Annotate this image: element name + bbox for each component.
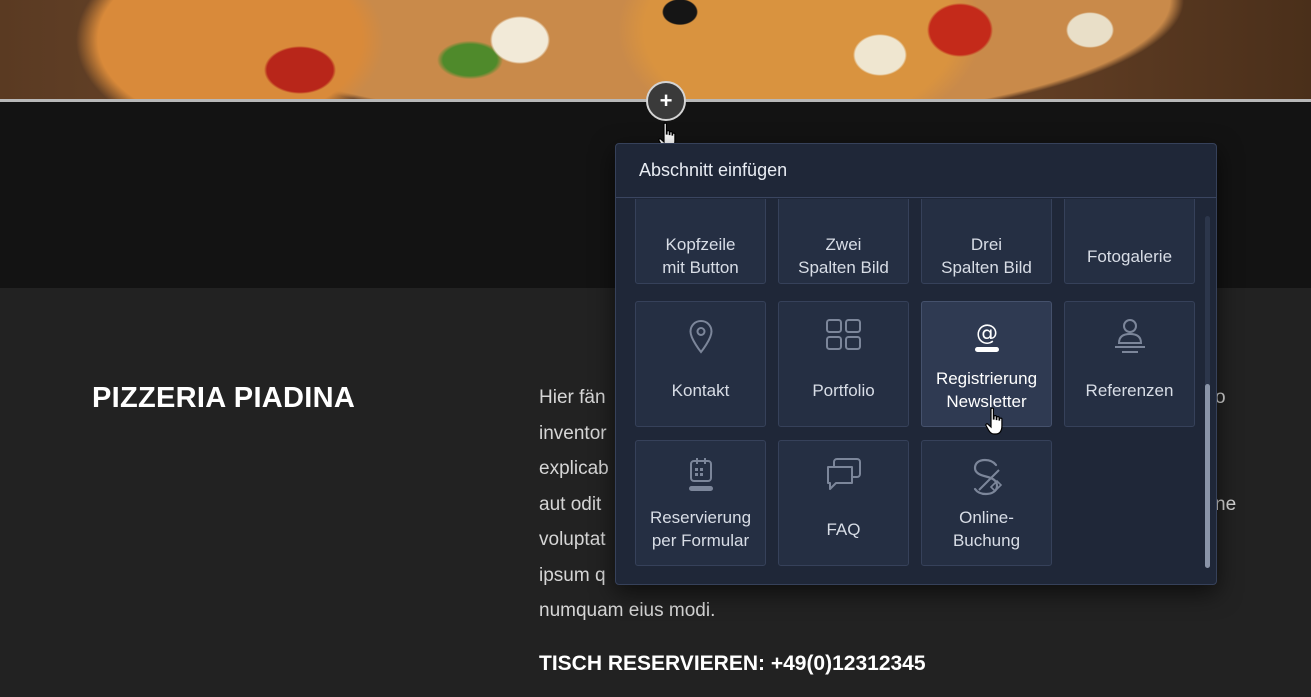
at-sign-icon: @ — [922, 318, 1051, 356]
tile-label: Portfolio — [812, 381, 875, 400]
chat-bubbles-icon — [779, 457, 908, 495]
tile-drei-spalten-bild[interactable]: Drei Spalten Bild — [921, 199, 1052, 284]
calendar-icon — [636, 457, 765, 495]
partial-icon — [922, 199, 1051, 233]
tile-fotogalerie[interactable]: Fotogalerie — [1064, 199, 1195, 284]
grid-icon — [779, 318, 908, 356]
tile-label: Zwei Spalten Bild — [798, 235, 889, 277]
partial-icon — [779, 199, 908, 233]
tile-label: Fotogalerie — [1086, 247, 1173, 266]
tile-label: Online- Buchung — [952, 508, 1021, 550]
page-title: PIZZERIA PIADINA — [92, 382, 356, 414]
tile-zwei-spalten-bild[interactable]: Zwei Spalten Bild — [778, 199, 909, 284]
tile-kontakt[interactable]: Kontakt — [635, 301, 766, 427]
insert-section-panel: Abschnitt einfügen Kopfzeile mit Button Z… — [615, 143, 1217, 585]
hand-cursor-icon — [985, 407, 1007, 437]
section-tile-grid: Kopfzeile mit Button Zwei Spalten Bild Dre… — [616, 199, 1202, 584]
svg-text:@: @ — [976, 321, 998, 346]
paragraph-line: numquam eius modi. — [539, 600, 716, 621]
scrollbar-thumb[interactable] — [1205, 384, 1210, 568]
tile-referenzen[interactable]: Referenzen — [1064, 301, 1195, 427]
partial-icon — [636, 199, 765, 233]
add-section-button[interactable]: + — [646, 81, 686, 121]
location-pin-icon — [636, 318, 765, 356]
panel-title: Abschnitt einfügen — [616, 144, 1216, 198]
person-icon — [1065, 318, 1194, 356]
tile-label: Referenzen — [1085, 381, 1174, 400]
booking-logo-icon — [922, 457, 1051, 496]
partial-icon — [1065, 199, 1194, 233]
tile-label: Kontakt — [671, 381, 730, 400]
paragraph-fragment: ne — [1215, 494, 1237, 515]
tile-label: Drei Spalten Bild — [941, 235, 1032, 277]
tile-faq[interactable]: FAQ — [778, 440, 909, 566]
tile-online-buchung[interactable]: Online- Buchung — [921, 440, 1052, 566]
tile-portfolio[interactable]: Portfolio — [778, 301, 909, 427]
tile-reservierung-per-formular[interactable]: Reservierung per Formular — [635, 440, 766, 566]
tile-label: Reservierung per Formular — [649, 508, 752, 550]
tile-kopfzeile-mit-button[interactable]: Kopfzeile mit Button — [635, 199, 766, 284]
reservation-phone: TISCH RESERVIEREN: +49(0)12312345 — [539, 652, 926, 675]
tile-label: FAQ — [826, 520, 861, 539]
tile-label: Kopfzeile mit Button — [662, 235, 739, 277]
panel-scrollbar[interactable] — [1205, 216, 1210, 568]
